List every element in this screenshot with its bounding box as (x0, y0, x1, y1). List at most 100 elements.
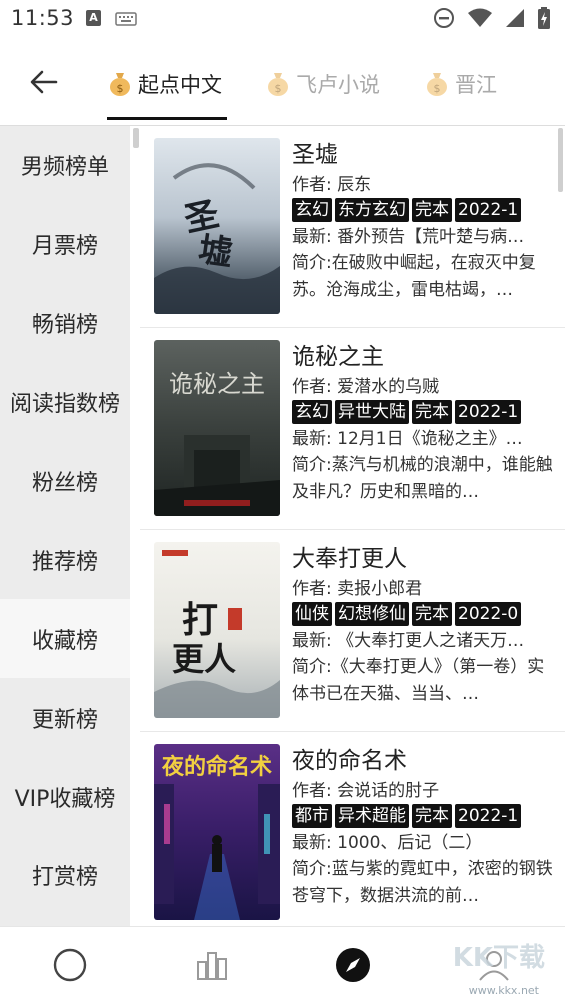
wifi-icon (468, 8, 492, 27)
cover-art-image: 诡秘之主 (154, 370, 280, 516)
tag-genre: 玄幻 (292, 400, 332, 424)
book-latest-chapter: 最新: 1000、后记（二） (292, 833, 483, 853)
tag-subgenre: 幻想修仙 (335, 602, 409, 626)
svg-text:墟: 墟 (196, 230, 235, 274)
book-tags: 都市 异术超能 完本 2022-1 (292, 804, 554, 830)
sidebar-item-label: 月票榜 (31, 234, 98, 260)
book-tags: 玄幻 东方玄幻 完本 2022-1 (292, 198, 554, 224)
sidebar-item-collection[interactable]: 收藏榜 (0, 599, 130, 679)
list-scrollbar[interactable] (558, 128, 563, 192)
tab-qidian[interactable]: $ 起点中文 (108, 66, 222, 102)
tag-status: 完本 (412, 198, 452, 222)
tag-genre: 仙侠 (292, 602, 332, 626)
tag-status: 完本 (412, 804, 452, 828)
book-item[interactable]: 圣 墟 圣墟 作者: 辰东 玄幻 东方玄幻 完本 2022-1 最新: 番外预告… (140, 126, 565, 328)
sidebar-item-label: 粉丝榜 (31, 471, 98, 496)
status-bar: 11:53 A (0, 0, 565, 38)
do-not-disturb-icon (434, 8, 454, 28)
book-author: 作者: 会说话的肘子 (292, 781, 440, 801)
tag-subgenre: 异世大陆 (335, 400, 409, 424)
tag-date: 2022-0 (455, 602, 522, 626)
cover-art-image: 打 更人 (154, 550, 280, 718)
tag-status: 完本 (412, 602, 452, 626)
book-title: 夜的命名术 (292, 748, 407, 774)
tag-date: 2022-1 (455, 804, 522, 828)
svg-text:$: $ (275, 82, 282, 95)
sidebar-item-label: 阅读指数榜 (9, 392, 120, 418)
svg-text:诡秘之主: 诡秘之主 (169, 370, 265, 398)
tag-genre: 都市 (292, 804, 332, 828)
cover-art-image: 夜的命名术 (154, 754, 280, 920)
top-bar: $ 起点中文 $ 飞卢小说 $ 晋江 (0, 38, 565, 126)
sidebar-item-reward[interactable]: 打赏榜 (0, 836, 130, 915)
tag-subgenre: 东方玄幻 (335, 198, 409, 222)
book-tags: 仙侠 幻想修仙 完本 2022-0 (292, 602, 554, 628)
book-author: 作者: 辰东 (292, 175, 372, 195)
book-info: 大奉打更人 作者: 卖报小郎君 仙侠 幻想修仙 完本 2022-0 最新: 《大… (292, 542, 554, 708)
book-latest-chapter: 最新: 《大奉打更人之诸天万… (292, 631, 525, 651)
nav-discover-button[interactable] (333, 945, 373, 985)
sidebar-item-fans[interactable]: 粉丝榜 (0, 442, 130, 521)
sidebar-item-monthly[interactable]: 月票榜 (0, 205, 130, 284)
sidebar-item-male[interactable]: 男频榜单 (0, 126, 130, 205)
book-info: 圣墟 作者: 辰东 玄幻 东方玄幻 完本 2022-1 最新: 番外预告【荒叶楚… (292, 138, 554, 304)
sidebar-item-reading-index[interactable]: 阅读指数榜 (0, 363, 130, 442)
tab-label: 飞卢小说 (296, 73, 380, 97)
tag-genre: 玄幻 (292, 198, 332, 222)
tag-date: 2022-1 (455, 400, 522, 424)
tab-label: 晋江 (455, 73, 497, 97)
tag-status: 完本 (412, 400, 452, 424)
sidebar-item-vip-collection[interactable]: VIP收藏榜 (0, 757, 130, 836)
book-cover: 圣 墟 (154, 138, 280, 314)
watermark-logo: KK下载 (452, 943, 545, 973)
book-title: 大奉打更人 (292, 546, 407, 572)
battery-icon (538, 7, 550, 29)
book-latest-chapter: 最新: 12月1日《诡秘之主》… (292, 429, 523, 449)
tab-feilu[interactable]: $ 飞卢小说 (266, 66, 380, 102)
book-intro: 简介:蓝与紫的霓虹中，浓密的钢铁苍穹下，数据洪流的前… (292, 859, 553, 906)
book-intro: 简介:《大奉打更人》（第一卷）实体书已在天猫、当当、… (292, 657, 545, 704)
sidebar-item-label: 更新榜 (31, 707, 98, 733)
nav-home-button[interactable] (50, 945, 90, 985)
svg-text:$: $ (117, 82, 124, 95)
sidebar-item-label: 打赏榜 (31, 865, 98, 891)
tab-jinjiang[interactable]: $ 晋江 (425, 66, 497, 102)
book-item[interactable]: 诡秘之主 诡秘之主 作者: 爱潜水的乌贼 玄幻 异世大陆 完本 2022-1 最… (140, 328, 565, 530)
svg-text:夜的命名术: 夜的命名术 (161, 754, 272, 780)
sidebar-item-recommend[interactable]: 推荐榜 (0, 520, 130, 599)
status-time: 11:53 (11, 6, 75, 30)
book-author: 作者: 卖报小郎君 (292, 579, 423, 599)
book-author: 作者: 爱潜水的乌贼 (292, 377, 440, 397)
svg-text:$: $ (434, 82, 441, 95)
book-title: 诡秘之主 (292, 344, 384, 370)
watermark-url: www.kkx.net (468, 984, 539, 997)
book-cover: 夜的命名术 (154, 744, 280, 920)
book-item[interactable]: 打 更人 大奉打更人 作者: 卖报小郎君 仙侠 幻想修仙 完本 2022-0 最… (140, 530, 565, 732)
circle-icon (53, 948, 87, 982)
sidebar-item-label: VIP收藏榜 (14, 786, 116, 812)
nav-ranking-button[interactable] (192, 945, 232, 985)
back-arrow-icon[interactable] (28, 66, 60, 98)
tab-label: 起点中文 (138, 73, 222, 97)
money-bag-icon: $ (268, 73, 288, 96)
sidebar-item-label: 畅销榜 (31, 313, 98, 339)
book-intro: 简介:在破败中崛起，在寂灭中复苏。沧海成尘，雷电枯竭，… (292, 253, 536, 300)
book-item[interactable]: 夜的命名术 夜的命名术 作者: 会说话的肘子 都市 异术超能 完本 2022-1… (140, 732, 565, 926)
svg-text:更人: 更人 (172, 640, 236, 678)
svg-text:打: 打 (182, 599, 218, 641)
book-info: 夜的命名术 作者: 会说话的肘子 都市 异术超能 完本 2022-1 最新: 1… (292, 744, 554, 910)
tag-date: 2022-1 (455, 198, 522, 222)
sidebar-item-update[interactable]: 更新榜 (0, 678, 130, 757)
book-title: 圣墟 (292, 142, 338, 168)
book-info: 诡秘之主 作者: 爱潜水的乌贼 玄幻 异世大陆 完本 2022-1 最新: 12… (292, 340, 554, 506)
active-tab-indicator (107, 117, 227, 120)
compass-icon (336, 948, 370, 982)
bar-chart-icon (197, 952, 227, 980)
money-bag-icon: $ (110, 73, 130, 96)
sidebar-item-label: 推荐榜 (31, 549, 98, 575)
sidebar-item-bestseller[interactable]: 畅销榜 (0, 284, 130, 363)
book-cover: 诡秘之主 (154, 340, 280, 516)
book-list: 圣 墟 圣墟 作者: 辰东 玄幻 东方玄幻 完本 2022-1 最新: 番外预告… (140, 126, 565, 926)
sidebar-scrollbar[interactable] (133, 128, 139, 148)
money-bag-icon: $ (427, 73, 447, 96)
